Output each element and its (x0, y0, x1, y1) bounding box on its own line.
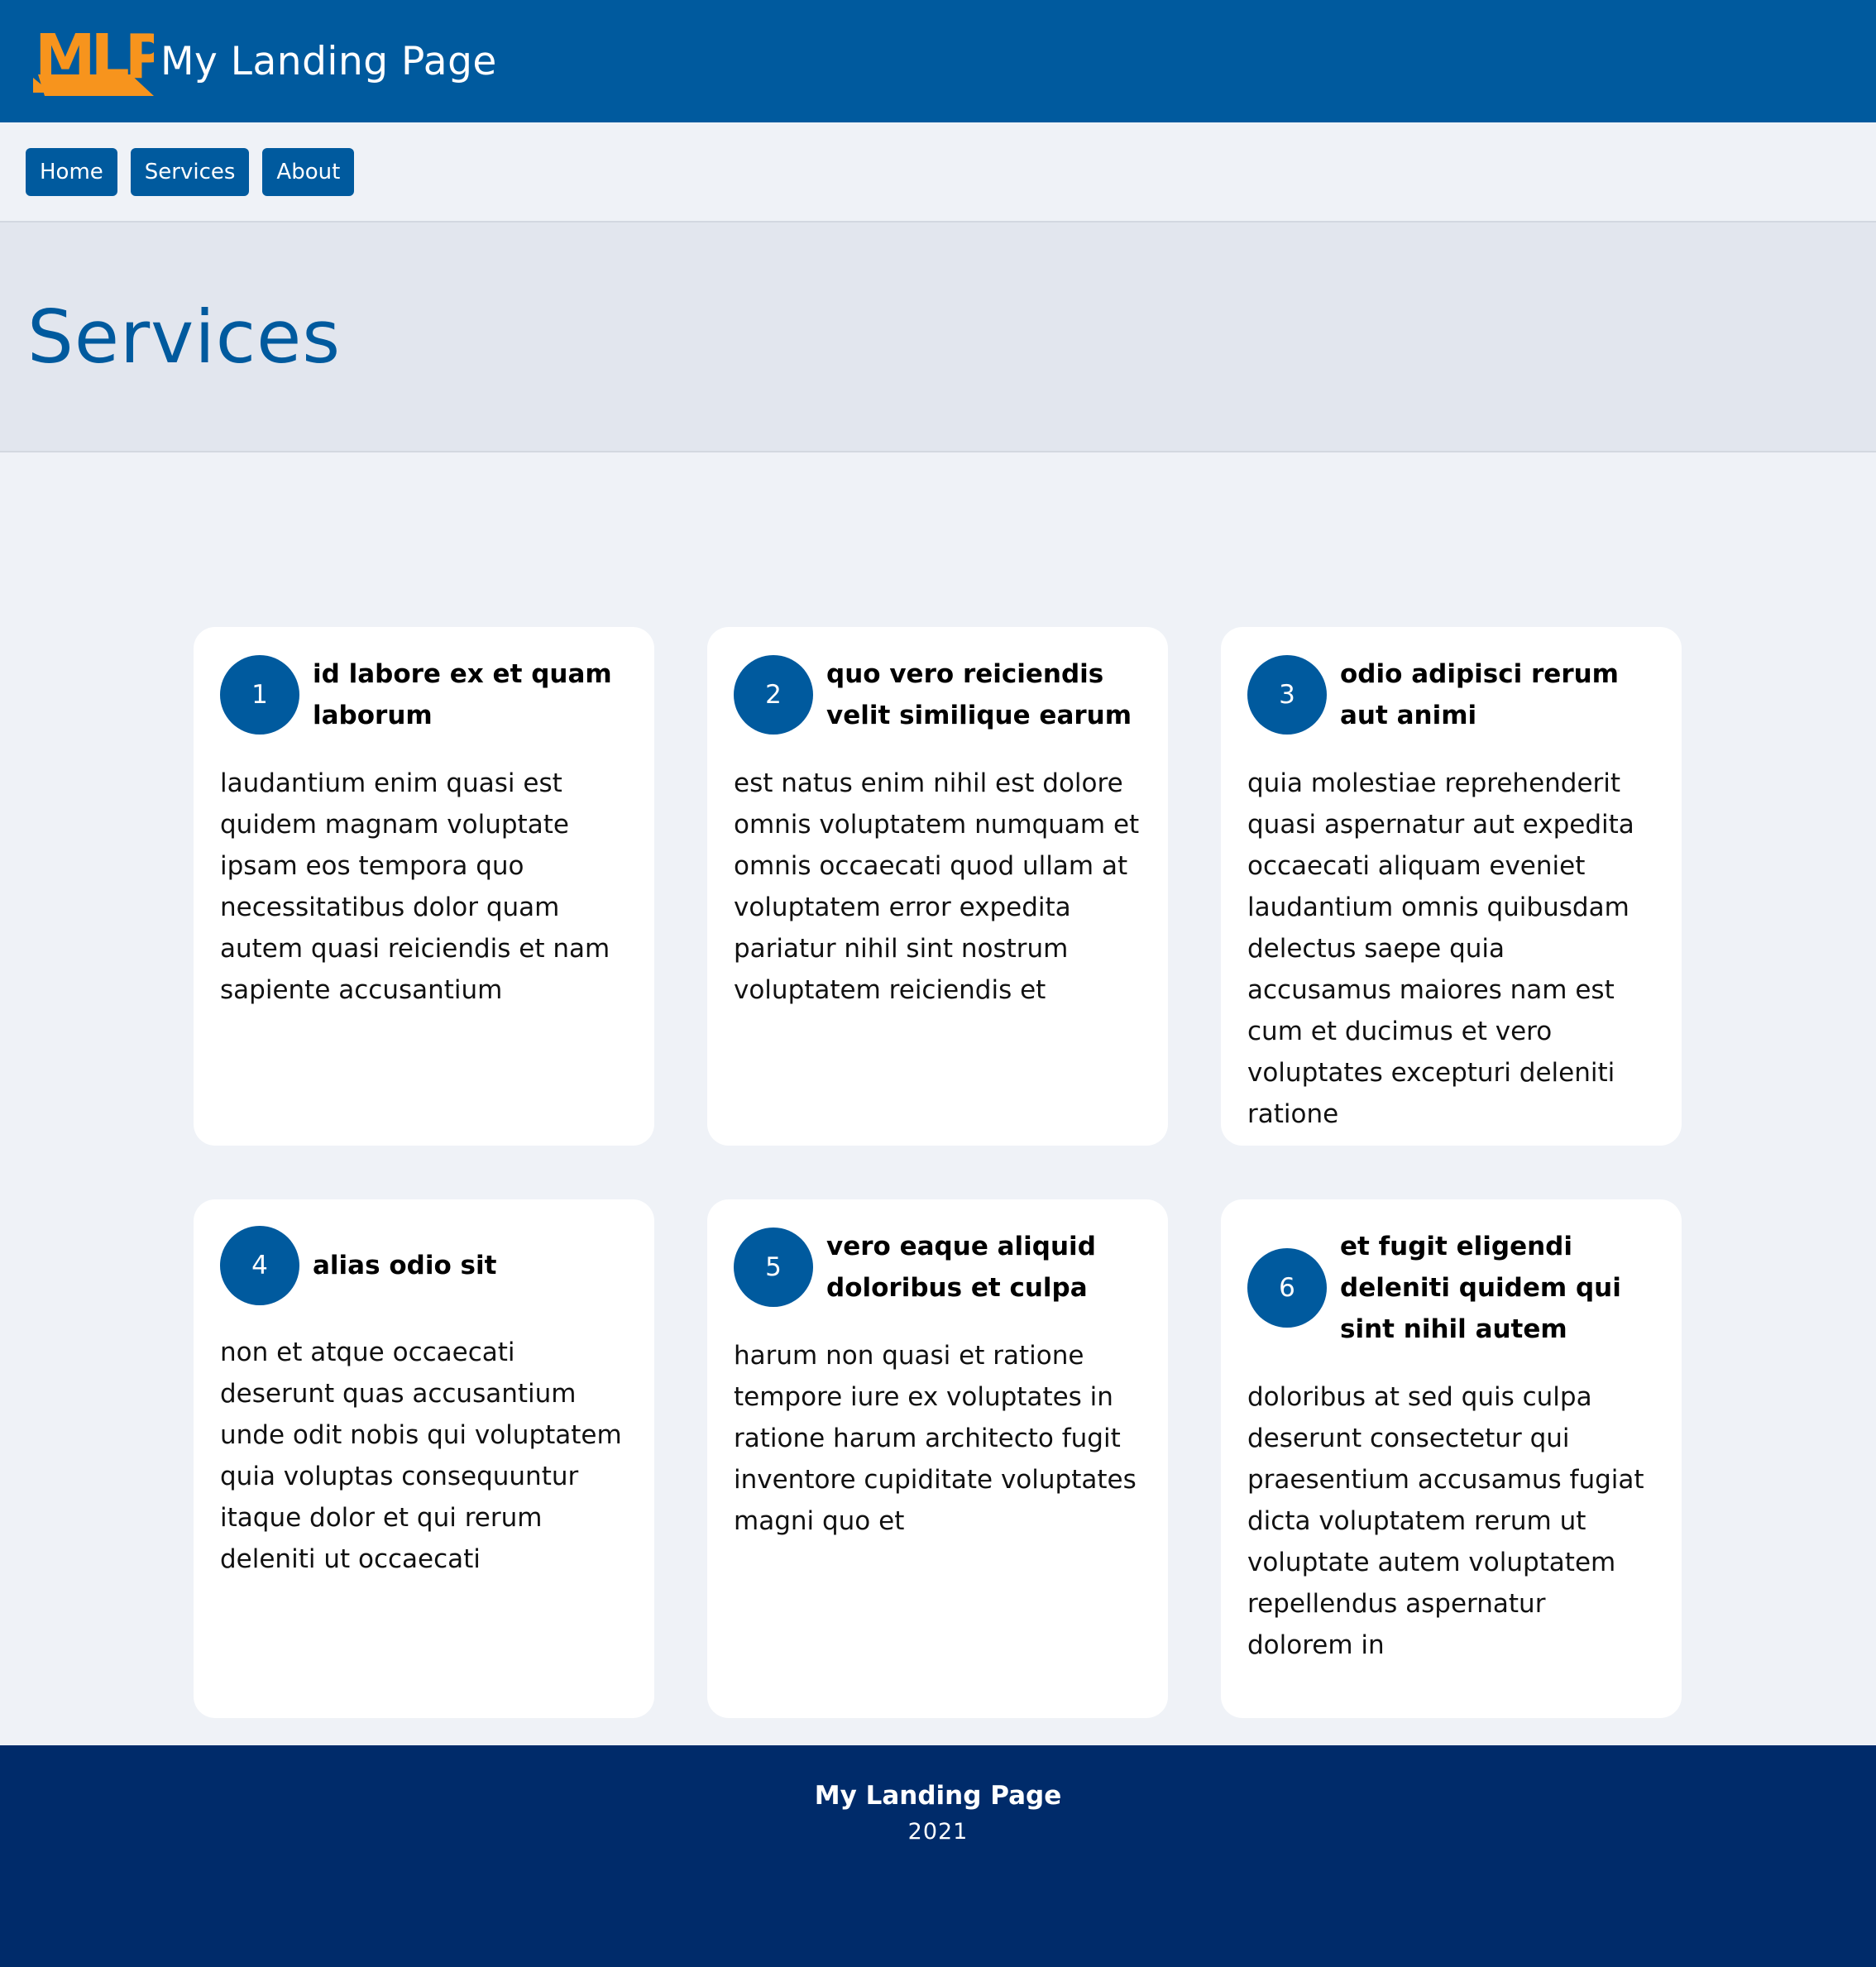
service-card-header: 1 id labore ex et quam laborum (220, 653, 628, 736)
mlp-logo[interactable]: MLP (33, 26, 154, 96)
service-number-badge: 1 (220, 655, 299, 735)
service-card-header: 4 alias odio sit (220, 1226, 628, 1305)
service-title: id labore ex et quam laborum (313, 659, 612, 730)
service-title: alias odio sit (313, 1251, 497, 1280)
service-card-header: 2 quo vero reiciendis velit similique ea… (734, 653, 1141, 736)
service-card-header: 3 odio adipisci rerum aut animi (1247, 653, 1655, 736)
service-card: 2 quo vero reiciendis velit similique ea… (707, 627, 1168, 1146)
service-description: est natus enim nihil est dolore omnis vo… (734, 768, 1140, 1005)
service-card-header: 6 et fugit eligendi deleniti quidem qui … (1247, 1226, 1655, 1350)
service-card: 1 id labore ex et quam laborum laudantiu… (194, 627, 654, 1146)
service-title: vero eaque aliquid doloribus et culpa (826, 1232, 1096, 1303)
service-title: et fugit eligendi deleniti quidem qui si… (1340, 1232, 1621, 1344)
service-card: 3 odio adipisci rerum aut animi quia mol… (1221, 627, 1682, 1146)
service-title: quo vero reiciendis velit similique earu… (826, 659, 1132, 730)
site-title: My Landing Page (160, 38, 497, 84)
service-number-badge: 5 (734, 1228, 813, 1307)
hero-banner: Services (0, 223, 1876, 452)
logo-lettering: MLP (35, 26, 154, 93)
service-number-badge: 2 (734, 655, 813, 735)
page-title: Services (27, 294, 342, 380)
service-description: harum non quasi et ratione tempore iure … (734, 1341, 1137, 1536)
service-description: doloribus at sed quis culpa deserunt con… (1247, 1382, 1644, 1660)
service-description: laudantium enim quasi est quidem magnam … (220, 768, 610, 1005)
site-header: MLP My Landing Page (0, 0, 1876, 122)
nav-services-button[interactable]: Services (130, 147, 250, 196)
main-nav: Home Services About (0, 122, 1876, 223)
service-card: 6 et fugit eligendi deleniti quidem qui … (1221, 1199, 1682, 1718)
service-number-badge: 4 (220, 1226, 299, 1305)
service-card-header: 5 vero eaque aliquid doloribus et culpa (734, 1226, 1141, 1309)
footer-title: My Landing Page (814, 1781, 1062, 1811)
service-card: 5 vero eaque aliquid doloribus et culpa … (707, 1199, 1168, 1718)
service-cards: 1 id labore ex et quam laborum laudantiu… (194, 627, 1682, 1718)
service-title: odio adipisci rerum aut animi (1340, 659, 1619, 730)
service-description: quia molestiae reprehenderit quasi asper… (1247, 768, 1634, 1129)
service-description: non et atque occaecati deserunt quas acc… (220, 1338, 622, 1574)
footer-year: 2021 (907, 1819, 969, 1845)
nav-about-button[interactable]: About (262, 147, 355, 196)
site-footer: My Landing Page 2021 (0, 1745, 1876, 1967)
nav-home-button[interactable]: Home (26, 147, 117, 196)
service-card: 4 alias odio sit non et atque occaecati … (194, 1199, 654, 1718)
service-number-badge: 6 (1247, 1248, 1327, 1328)
service-number-badge: 3 (1247, 655, 1327, 735)
